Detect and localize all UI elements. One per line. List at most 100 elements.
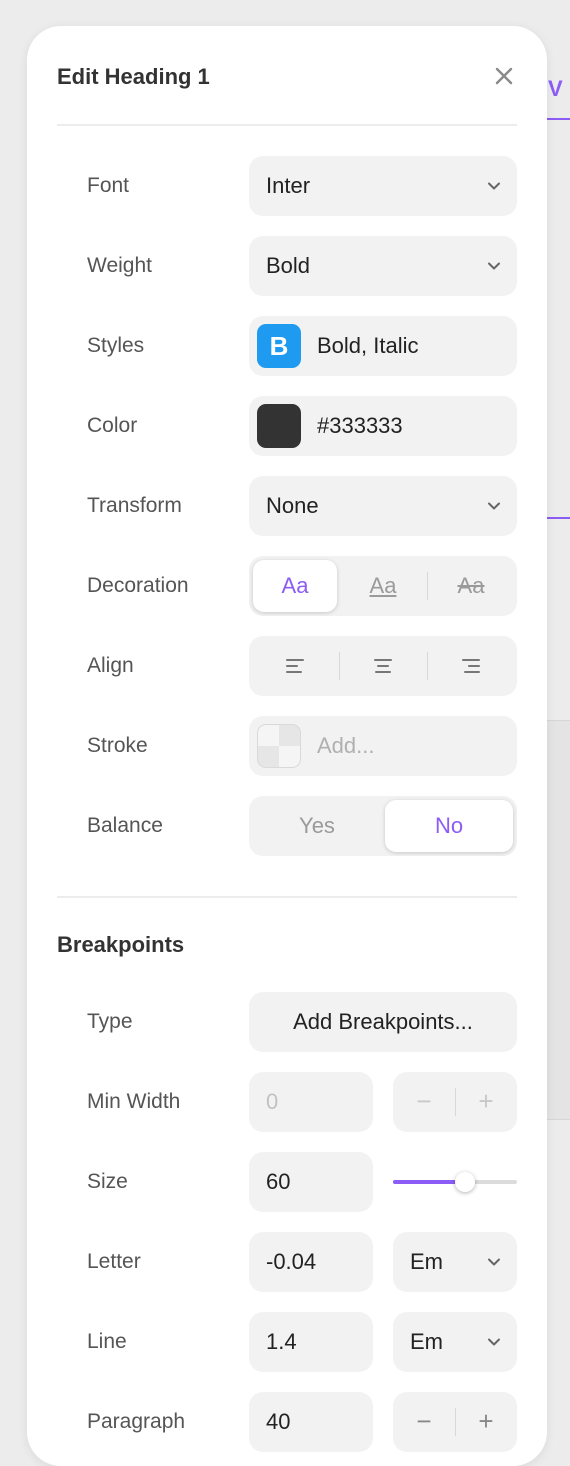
transform-row: Transform None (87, 476, 517, 536)
background-selection-line (546, 517, 570, 519)
letter-unit-value: Em (410, 1249, 443, 1274)
min-width-row: Min Width 0 − + (87, 1072, 517, 1132)
styles-row: Styles B Bold, Italic (87, 316, 517, 376)
color-swatch[interactable] (257, 404, 301, 448)
chevron-down-icon (488, 182, 500, 190)
balance-row: Balance Yes No (87, 796, 517, 856)
bold-style-icon: B (257, 324, 301, 368)
type-label: Type (87, 1010, 133, 1033)
weight-row: Weight Bold (87, 236, 517, 296)
chevron-down-icon (488, 262, 500, 270)
balance-label: Balance (87, 814, 163, 837)
align-center-button[interactable] (341, 640, 425, 692)
styles-value: Bold, Italic (317, 333, 419, 358)
align-right-icon (462, 659, 480, 673)
decoration-strikethrough-button[interactable]: Aa (429, 560, 513, 612)
add-breakpoints-button[interactable]: Add Breakpoints... (249, 992, 517, 1052)
line-height-row: Line 1.4 Em (87, 1312, 517, 1372)
line-label: Line (87, 1330, 127, 1353)
min-width-input[interactable]: 0 (249, 1072, 373, 1132)
segment-divider (427, 572, 428, 600)
styles-picker[interactable]: B Bold, Italic (249, 316, 517, 376)
slider-thumb[interactable] (454, 1172, 475, 1192)
min-width-value: 0 (266, 1089, 279, 1114)
color-hex-value: #333333 (317, 413, 403, 438)
letter-label: Letter (87, 1250, 141, 1273)
close-icon[interactable] (495, 67, 513, 85)
weight-value: Bold (266, 253, 311, 278)
color-row: Color #333333 (87, 396, 517, 456)
balance-toggle: Yes No (249, 796, 517, 856)
decoration-none-button[interactable]: Aa (253, 560, 337, 612)
size-input[interactable]: 60 (249, 1152, 373, 1212)
letter-spacing-row: Letter -0.04 Em (87, 1232, 517, 1292)
font-label: Font (87, 174, 130, 197)
styles-label: Styles (87, 334, 145, 357)
header-divider (57, 124, 517, 126)
decoration-segmented-control: Aa Aa Aa (249, 556, 517, 616)
decrement-button[interactable]: − (393, 1072, 455, 1132)
balance-no-button[interactable]: No (385, 800, 513, 852)
letter-spacing-input[interactable]: -0.04 (249, 1232, 373, 1292)
line-unit-select[interactable]: Em (393, 1312, 517, 1372)
font-row: Font Inter (87, 156, 517, 216)
segment-divider (339, 652, 340, 680)
letter-spacing-value: -0.04 (266, 1249, 317, 1274)
empty-swatch-icon (257, 724, 301, 768)
color-label: Color (87, 414, 138, 437)
letter-unit-select[interactable]: Em (393, 1232, 517, 1292)
paragraph-spacing-input[interactable]: 40 (249, 1392, 373, 1452)
size-slider[interactable] (393, 1152, 517, 1212)
background-tab-underline (546, 118, 570, 120)
line-height-value: 1.4 (266, 1329, 297, 1354)
color-picker[interactable]: #333333 (249, 396, 517, 456)
background-canvas-region (546, 720, 570, 1120)
align-left-icon (286, 659, 304, 673)
align-segmented-control (249, 636, 517, 696)
min-width-stepper: − + (393, 1072, 517, 1132)
align-right-button[interactable] (429, 640, 513, 692)
align-left-button[interactable] (253, 640, 337, 692)
stroke-label: Stroke (87, 734, 148, 757)
font-select[interactable]: Inter (249, 156, 517, 216)
weight-label: Weight (87, 254, 152, 277)
transform-value: None (266, 493, 319, 518)
paragraph-spacing-row: Paragraph 40 − + (87, 1392, 517, 1452)
chevron-down-icon (488, 1338, 500, 1346)
edit-heading-panel: Edit Heading 1 Font Inter Weight Bold St… (27, 26, 547, 1466)
paragraph-spacing-value: 40 (266, 1409, 291, 1434)
paragraph-stepper: − + (393, 1392, 517, 1452)
align-row: Align (87, 636, 517, 696)
chevron-down-icon (488, 502, 500, 510)
background-tab-label[interactable]: V (548, 76, 563, 102)
size-row: Size 60 (87, 1152, 517, 1212)
font-value: Inter (266, 173, 311, 198)
transform-label: Transform (87, 494, 182, 517)
weight-select[interactable]: Bold (249, 236, 517, 296)
increment-button[interactable]: + (455, 1392, 517, 1452)
decoration-row: Decoration Aa Aa Aa (87, 556, 517, 616)
size-value: 60 (266, 1169, 291, 1194)
close-button[interactable] (495, 62, 519, 92)
stroke-picker[interactable]: Add... (249, 716, 517, 776)
breakpoint-type-row: Type Add Breakpoints... (87, 992, 517, 1052)
balance-yes-button[interactable]: Yes (253, 800, 381, 852)
increment-button[interactable]: + (455, 1072, 517, 1132)
line-unit-value: Em (410, 1329, 443, 1354)
breakpoints-title: Breakpoints (57, 932, 185, 957)
paragraph-label: Paragraph (87, 1410, 186, 1433)
align-center-icon (374, 659, 392, 673)
segment-divider (427, 652, 428, 680)
svg-text:B: B (270, 331, 289, 361)
transform-select[interactable]: None (249, 476, 517, 536)
line-height-input[interactable]: 1.4 (249, 1312, 373, 1372)
min-width-label: Min Width (87, 1090, 181, 1113)
align-label: Align (87, 654, 134, 677)
chevron-down-icon (488, 1258, 500, 1266)
decoration-underline-button[interactable]: Aa (341, 560, 425, 612)
decoration-label: Decoration (87, 574, 189, 597)
decrement-button[interactable]: − (393, 1392, 455, 1452)
panel-header: Edit Heading 1 (57, 62, 519, 92)
stroke-row: Stroke Add... (87, 716, 517, 776)
stroke-placeholder: Add... (317, 733, 375, 758)
